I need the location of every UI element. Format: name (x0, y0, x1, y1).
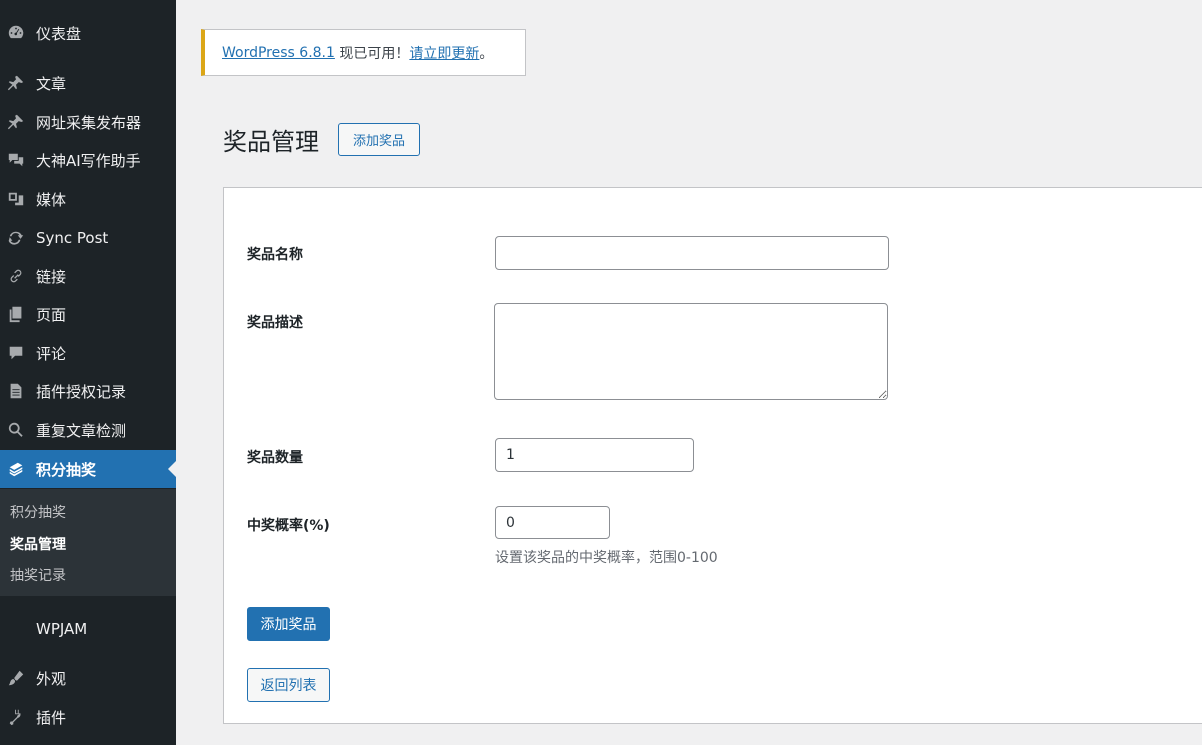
pin-icon (6, 112, 26, 132)
document-icon (6, 381, 26, 401)
pin-icon (6, 73, 26, 93)
menu-item-media[interactable]: 媒体 (0, 180, 176, 218)
menu-item-lottery[interactable]: 积分抽奖 (0, 450, 176, 488)
menu-item-label: WPJAM (36, 620, 88, 638)
dashboard-icon (6, 23, 26, 43)
notice-end-text: 。 (479, 45, 494, 62)
lottery-icon (6, 459, 26, 479)
menu-item-label: 媒体 (36, 190, 67, 209)
add-prize-submit-button[interactable]: 添加奖品 (247, 607, 330, 641)
media-icon (6, 189, 26, 209)
menu-item-license-log[interactable]: 插件授权记录 (0, 372, 176, 410)
prize-quantity-label: 奖品数量 (247, 450, 303, 466)
menu-item-sync-post[interactable]: Sync Post (0, 219, 176, 257)
prize-name-input[interactable] (495, 236, 889, 270)
plugins-icon (6, 707, 26, 727)
menu-item-url-collector[interactable]: 网址采集发布器 (0, 103, 176, 141)
prize-quantity-input[interactable] (495, 438, 694, 472)
menu-item-duplicate-check[interactable]: 重复文章检测 (0, 411, 176, 449)
submenu-item-draw-records[interactable]: 抽奖记录 (10, 565, 66, 585)
menu-item-label: 评论 (36, 344, 67, 363)
appearance-icon (6, 668, 26, 688)
notice-text: 现已可用！ (334, 45, 410, 62)
menu-item-label: 插件授权记录 (36, 382, 127, 401)
menu-item-label: 积分抽奖 (36, 460, 97, 479)
menu-item-links[interactable]: 链接 (0, 257, 176, 295)
back-to-list-button[interactable]: 返回列表 (247, 668, 330, 702)
link-icon (6, 266, 26, 286)
prize-description-label: 奖品描述 (247, 315, 303, 331)
page-icon (6, 304, 26, 324)
menu-item-label: 仪表盘 (36, 24, 82, 43)
menu-item-comments[interactable]: 评论 (0, 334, 176, 372)
menu-item-label: 外观 (36, 669, 67, 688)
menu-item-label: 大神AI写作助手 (36, 151, 141, 170)
sync-icon (6, 228, 26, 248)
menu-item-appearance[interactable]: 外观 (0, 659, 176, 697)
update-notice: WordPress 6.8.1 现已可用！ 请立即更新 。 (201, 29, 526, 76)
win-probability-label: 中奖概率(%) (247, 518, 330, 534)
prize-description-textarea[interactable] (494, 303, 888, 400)
menu-item-label: 链接 (36, 267, 67, 286)
menu-item-label: 页面 (36, 305, 67, 324)
page-title: 奖品管理 (223, 128, 319, 156)
wpjam-icon (6, 619, 26, 639)
menu-item-ai-writer[interactable]: 大神AI写作助手 (0, 141, 176, 179)
menu-item-label: Sync Post (36, 229, 109, 247)
menu-item-label: 重复文章检测 (36, 421, 127, 440)
menu-item-dashboard[interactable]: 仪表盘 (0, 14, 176, 52)
submenu-item-lottery[interactable]: 积分抽奖 (10, 502, 66, 522)
menu-item-pages[interactable]: 页面 (0, 295, 176, 333)
add-prize-header-button[interactable]: 添加奖品 (338, 123, 420, 156)
search-icon (6, 420, 26, 440)
menu-item-label: 网址采集发布器 (36, 113, 142, 132)
update-now-link[interactable]: 请立即更新 (409, 43, 479, 63)
wordpress-version-link[interactable]: WordPress 6.8.1 (222, 45, 335, 61)
comments-icon (6, 150, 26, 170)
comment-icon (6, 343, 26, 363)
probability-hint-text: 设置该奖品的中奖概率，范围0-100 (495, 550, 718, 566)
lottery-submenu: 积分抽奖 奖品管理 抽奖记录 (0, 489, 176, 596)
admin-sidebar: 仪表盘 文章 网址采集发布器 大神AI写作助手 媒体 Sync Post 链接 … (0, 0, 176, 745)
menu-item-label: 文章 (36, 74, 67, 93)
menu-item-label: 插件 (36, 708, 67, 727)
prize-name-label: 奖品名称 (247, 247, 303, 263)
submenu-item-prize-management[interactable]: 奖品管理 (10, 534, 66, 554)
win-probability-input[interactable] (495, 506, 610, 539)
menu-item-posts[interactable]: 文章 (0, 64, 176, 102)
menu-item-wpjam[interactable]: WPJAM (0, 610, 176, 648)
menu-item-plugins[interactable]: 插件 (0, 698, 176, 736)
